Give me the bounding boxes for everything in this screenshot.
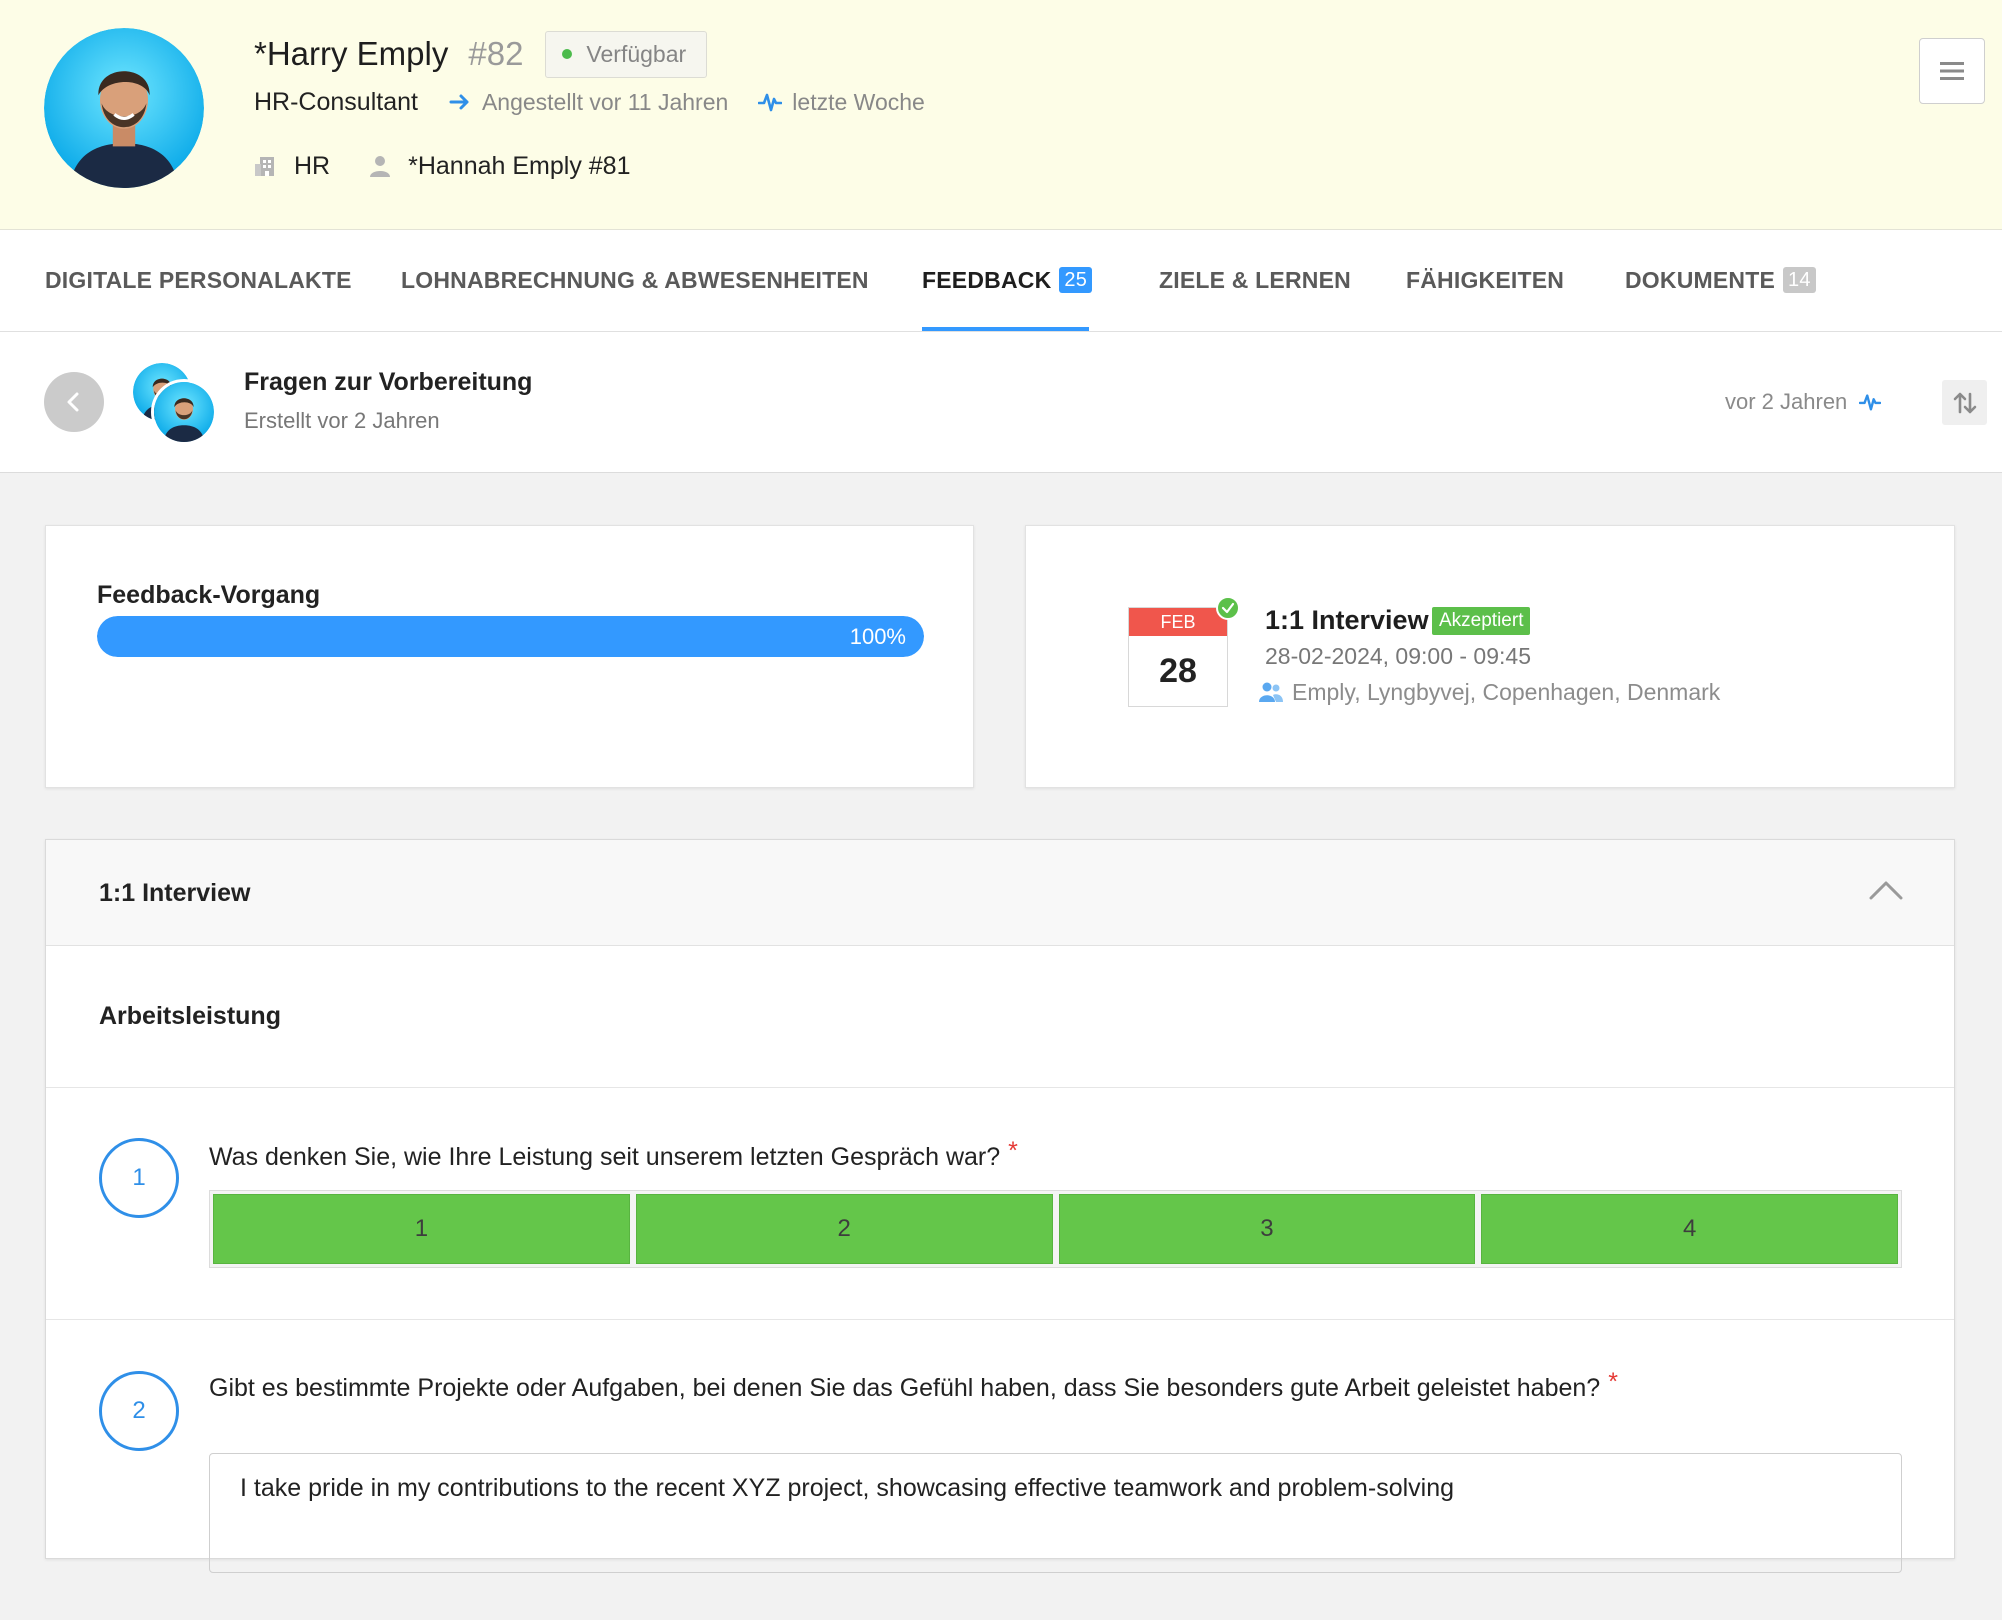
chevron-left-icon [62,390,86,414]
manager-link[interactable]: *Hannah Emply #81 [408,152,630,181]
progress-percent: 100% [849,623,906,649]
tabs-bar: DIGITALE PERSONALAKTE LOHNABRECHNUNG & A… [0,230,2002,332]
location-text: Emply, Lyngbyvej, Copenhagen, Denmark [1292,678,1721,705]
question-text: Gibt es bestimmte Projekte oder Aufgaben… [209,1368,1618,1403]
required-marker: * [1008,1137,1018,1165]
question-label: Gibt es bestimmte Projekte oder Aufgaben… [209,1374,1601,1402]
participant-avatar [151,379,217,445]
tab-label: LOHNABRECHNUNG & ABWESENHEITEN [401,266,869,293]
interview-card: 1:1 Interview Arbeitsleistung 1 Was denk… [45,839,1955,1573]
rating-option-3[interactable]: 3 [1058,1194,1476,1264]
question-number: 2 [99,1371,179,1451]
meeting-card[interactable]: FEB 28 1:1 Interview Akzeptiert 28-02-20… [1025,525,1955,788]
question-number: 1 [99,1138,179,1218]
tab-label: DOKUMENTE [1625,266,1776,293]
feedback-created: Erstellt vor 2 Jahren [244,408,440,433]
meeting-location: Emply, Lyngbyvej, Copenhagen, Denmark [1258,678,1720,706]
question-label: Was denken Sie, wie Ihre Leistung seit u… [209,1143,1001,1171]
hamburger-menu-icon [1939,60,1965,82]
activity-pulse-icon [1847,391,1882,413]
tab-label: DIGITALE PERSONALAKTE [45,266,352,293]
interview-title: 1:1 Interview [99,879,251,907]
avatar[interactable] [44,28,204,188]
meeting-datetime: 28-02-2024, 09:00 - 09:45 [1265,643,1531,669]
question-item: 2 Gibt es bestimmte Projekte oder Aufgab… [46,1320,1954,1620]
rating-options: 1 2 3 4 [209,1190,1902,1268]
feedback-title: Fragen zur Vorbereitung [244,368,533,396]
profile-header: *Harry Emply #82 Verfügbar HR-Consultant… [0,0,2002,230]
last-activity: letzte Woche [792,88,925,115]
tab-faehigkeiten[interactable]: FÄHIGKEITEN [1406,230,1564,330]
tab-feedback[interactable]: FEEDBACK 25 [922,230,1093,330]
tab-count-badge: 25 [1059,267,1093,293]
tab-lohnabrechnung[interactable]: LOHNABRECHNUNG & ABWESENHEITEN [401,230,869,330]
updated-label: vor 2 Jahren [1725,389,1848,414]
job-title: HR-Consultant [254,87,418,116]
tab-label: FEEDBACK [922,266,1052,293]
calendar-month: FEB [1129,608,1227,636]
calendar-day: 28 [1159,651,1197,690]
progress-bar: 100% [97,616,924,657]
status-dot-icon [562,49,573,59]
progress-card: Feedback-Vorgang 100% [45,525,974,788]
meeting-title: 1:1 Interview [1265,605,1429,635]
employee-number: #82 [468,35,524,72]
progress-label: Feedback-Vorgang [97,581,321,609]
rating-option-4[interactable]: 4 [1481,1194,1898,1264]
question-item: 1 Was denken Sie, wie Ihre Leistung seit… [46,1088,1954,1320]
rating-option-2[interactable]: 2 [635,1194,1053,1264]
tab-label: FÄHIGKEITEN [1406,266,1565,293]
chevron-up-icon[interactable] [1868,878,1904,902]
menu-button[interactable] [1919,38,1985,104]
activity-pulse-icon [758,90,783,114]
feedback-header: Fragen zur Vorbereitung Erstellt vor 2 J… [0,332,2002,473]
employment-duration: Angestellt vor 11 Jahren [481,88,729,115]
meeting-status-badge: Akzeptiert [1432,607,1531,635]
group-icon [1258,680,1284,704]
sort-button[interactable] [1942,380,1987,425]
section-header: Arbeitsleistung [46,946,1954,1088]
tab-count-badge: 14 [1783,267,1816,293]
answer-textarea[interactable]: I take pride in my contributions to the … [209,1453,1902,1573]
department[interactable]: HR [294,152,330,181]
interview-header[interactable]: 1:1 Interview [46,840,1954,946]
check-icon [1216,596,1240,620]
back-button[interactable] [44,372,104,432]
sort-icon [1952,390,1978,416]
tab-dokumente[interactable]: DOKUMENTE 14 [1625,230,1816,330]
tab-ziele-lernen[interactable]: ZIELE & LERNEN [1159,230,1351,330]
arrow-right-icon [448,90,472,114]
active-tab-indicator [922,327,1089,331]
status-label: Verfügbar [586,40,687,67]
tab-digitale-personalakte[interactable]: DIGITALE PERSONALAKTE [45,230,352,330]
rating-option-1[interactable]: 1 [213,1194,630,1264]
building-icon [254,154,278,178]
person-icon [368,154,392,178]
calendar-icon: FEB 28 [1128,607,1228,707]
required-marker: * [1608,1368,1618,1396]
employee-name: *Harry Emply [254,35,449,72]
tab-label: ZIELE & LERNEN [1159,266,1351,293]
section-title: Arbeitsleistung [99,1002,281,1030]
progress-fill: 100% [97,616,924,657]
feedback-updated: vor 2 Jahren [1725,388,1882,416]
status-badge[interactable]: Verfügbar [545,30,708,78]
question-text: Was denken Sie, wie Ihre Leistung seit u… [209,1137,1018,1172]
